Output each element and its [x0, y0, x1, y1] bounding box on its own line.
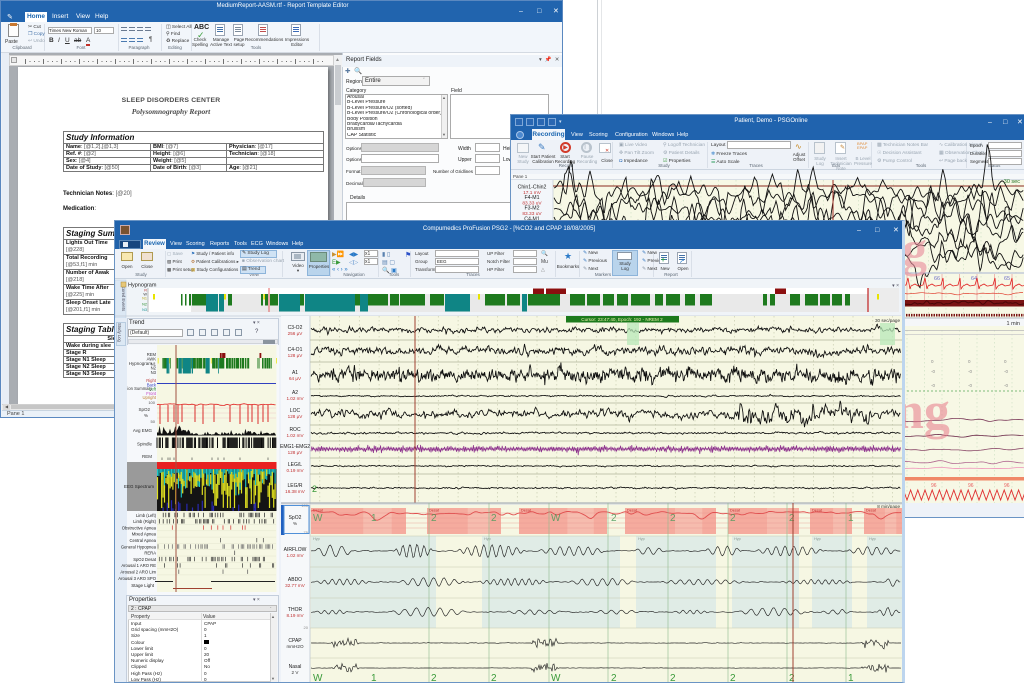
svg-text:Chin1-Chin2: Chin1-Chin2: [518, 185, 547, 191]
svg-text:1: 1: [371, 513, 377, 524]
svg-text:Desat: Desat: [866, 509, 877, 513]
svg-text:Hypnogram: Hypnogram: [129, 361, 153, 366]
svg-text:Mixed Apnea: Mixed Apnea: [132, 532, 157, 537]
svg-text:Stage Light: Stage Light: [131, 583, 155, 588]
svg-text:F4-M1: F4-M1: [525, 195, 540, 201]
svg-text:128 µV: 128 µV: [288, 414, 304, 419]
svg-text:1.02 mV: 1.02 mV: [286, 433, 304, 438]
svg-text:2: 2: [491, 673, 497, 683]
svg-text:20: 20: [304, 625, 309, 630]
svg-text:EEG Spectrum: EEG Spectrum: [124, 484, 154, 489]
svg-text:16.38 mV: 16.38 mV: [285, 489, 306, 494]
svg-text:30 sec/page: 30 sec/page: [875, 318, 900, 323]
svg-text:Hyp: Hyp: [814, 537, 821, 541]
svg-text:Spindle: Spindle: [137, 442, 153, 447]
svg-text:2: 2: [431, 513, 437, 524]
svg-text:Hyp: Hyp: [734, 537, 741, 541]
svg-text:SpO2 Desat: SpO2 Desat: [133, 557, 157, 562]
svg-text:2: 2: [670, 673, 676, 683]
svg-text:Avg EMG: Avg EMG: [133, 428, 153, 433]
svg-text:Hyp: Hyp: [869, 537, 876, 541]
svg-text:1: 1: [371, 673, 377, 683]
svg-text:RERA: RERA: [144, 551, 156, 556]
svg-text:2: 2: [491, 513, 497, 524]
svg-text:ion Summary: ion Summary: [127, 386, 153, 391]
svg-text:2: 2: [312, 484, 317, 494]
svg-text:65: 65: [1004, 276, 1010, 282]
svg-text:2: 2: [670, 513, 676, 524]
svg-text:8.19 mV: 8.19 mV: [286, 613, 304, 618]
svg-text:Desat: Desat: [429, 509, 440, 513]
svg-text:100: 100: [148, 400, 155, 405]
svg-text:-0: -0: [931, 369, 935, 374]
svg-text:Arousal 3 ARO SPO: Arousal 3 ARO SPO: [118, 576, 156, 581]
svg-text:%: %: [144, 413, 148, 418]
svg-text:256 µV: 256 µV: [288, 331, 304, 336]
svg-text:32.77 mV: 32.77 mV: [285, 583, 306, 588]
svg-text:REM: REM: [142, 454, 152, 459]
svg-text:2: 2: [789, 673, 795, 683]
svg-text:Hyp: Hyp: [313, 537, 320, 541]
svg-text:-0: -0: [968, 383, 972, 388]
svg-text:128 µV: 128 µV: [288, 353, 304, 358]
svg-text:SpO2: SpO2: [138, 407, 150, 412]
svg-text:mmH2O: mmH2O: [286, 644, 304, 649]
svg-text:2: 2: [611, 673, 617, 683]
svg-text:F3-M2: F3-M2: [525, 206, 540, 212]
svg-text:2: 2: [730, 673, 736, 683]
svg-text:1: 1: [848, 673, 854, 683]
svg-text:W: W: [551, 673, 561, 683]
svg-text:N1: N1: [142, 297, 147, 301]
svg-text:-0: -0: [1004, 383, 1008, 388]
svg-text:Limb (Left): Limb (Left): [136, 513, 157, 518]
svg-text:96: 96: [968, 483, 974, 489]
svg-text:2: 2: [611, 513, 617, 524]
svg-text:N2: N2: [142, 303, 147, 307]
svg-text:W: W: [313, 513, 323, 524]
svg-text:Arousal 1 ARO RE: Arousal 1 ARO RE: [121, 563, 156, 568]
svg-text:-0: -0: [1004, 369, 1008, 374]
svg-text:66: 66: [934, 276, 940, 282]
svg-text:0.19 mV: 0.19 mV: [286, 468, 304, 473]
svg-text:Cursor: 23:47:40, Epoch: 192 -: Cursor: 23:47:40, Epoch: 192 - NREM 2: [581, 317, 663, 322]
svg-text:Central Apnea: Central Apnea: [129, 538, 156, 543]
svg-text:%: %: [293, 521, 297, 526]
svg-text:2: 2: [789, 513, 795, 524]
svg-text:30 sec: 30 sec: [1004, 179, 1020, 185]
svg-text:N3: N3: [142, 308, 147, 312]
svg-text:96: 96: [931, 483, 937, 489]
svg-text:2: 2: [730, 513, 736, 524]
svg-text:Limb (Right): Limb (Right): [133, 519, 156, 524]
svg-text:1.02 mV: 1.02 mV: [286, 553, 304, 558]
svg-text:2: 2: [431, 673, 437, 683]
svg-text:Hyp: Hyp: [484, 537, 491, 541]
svg-text:Desat: Desat: [730, 509, 741, 513]
svg-text:W: W: [551, 513, 561, 524]
svg-text:-0: -0: [968, 369, 972, 374]
svg-text:N3: N3: [151, 370, 157, 375]
svg-text:1 min: 1 min: [1007, 321, 1020, 327]
svg-text:75: 75: [304, 530, 309, 535]
svg-text:2 V: 2 V: [292, 670, 300, 675]
svg-text:General Hypopnea: General Hypopnea: [121, 544, 157, 549]
svg-text:1: 1: [848, 513, 854, 524]
svg-text:Arousal 2 ARO Lim: Arousal 2 ARO Lim: [120, 570, 156, 575]
svg-text:128 µV: 128 µV: [288, 450, 304, 455]
svg-text:1.02 mV: 1.02 mV: [286, 396, 304, 401]
svg-text:Hypnogram: Hypnogram: [128, 283, 157, 289]
svg-text:50: 50: [151, 419, 156, 424]
svg-text:Scored Events: Scored Events: [121, 284, 126, 311]
svg-text:Obstructive Apnea: Obstructive Apnea: [122, 525, 157, 530]
svg-text:64 µV: 64 µV: [289, 376, 302, 381]
svg-text:Hyp: Hyp: [638, 537, 645, 541]
svg-text:W: W: [313, 673, 323, 683]
svg-text:96: 96: [1004, 483, 1010, 489]
